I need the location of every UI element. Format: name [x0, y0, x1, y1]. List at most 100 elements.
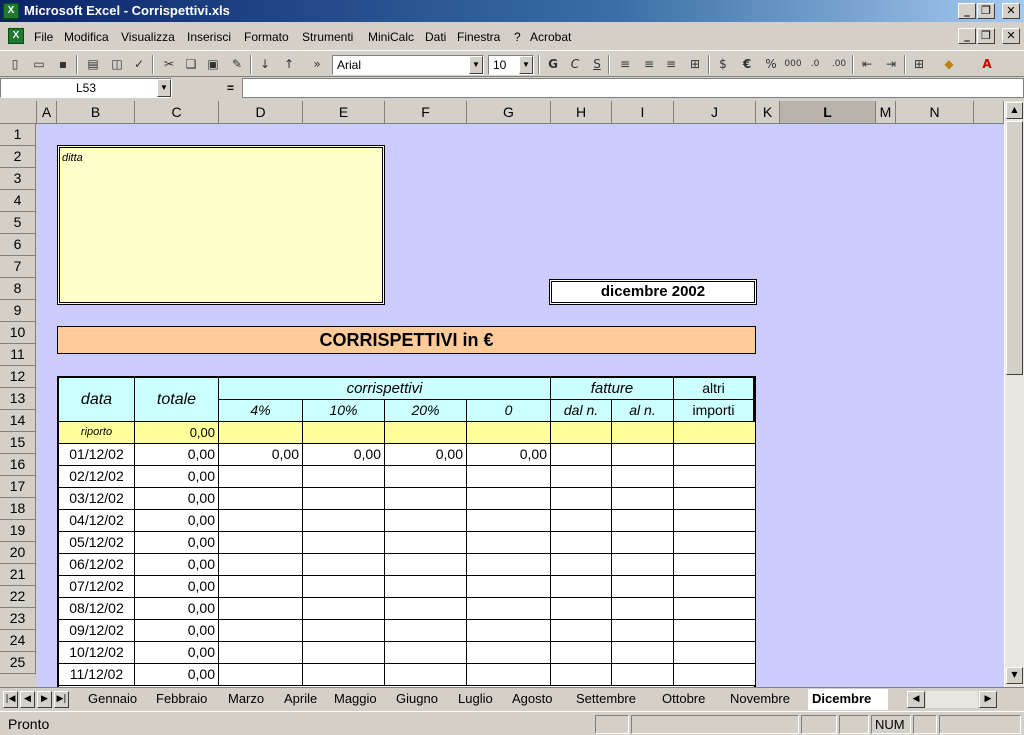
font-size-combo[interactable]: 10 ▼ [488, 55, 534, 75]
table-cell[interactable] [551, 642, 612, 664]
scroll-thumb[interactable] [1006, 121, 1023, 375]
table-cell[interactable] [612, 488, 674, 510]
table-cell[interactable] [551, 598, 612, 620]
select-all-corner[interactable] [0, 101, 37, 124]
row-header[interactable]: 5 [0, 212, 36, 234]
column-header[interactable]: K [756, 101, 780, 124]
doc-restore-button[interactable]: ❐ [977, 28, 995, 44]
increase-indent-icon[interactable]: ⇥ [882, 55, 900, 73]
rate-cell[interactable] [467, 620, 551, 642]
rate-cell[interactable]: 0,00 [303, 444, 385, 466]
rate-cell[interactable] [303, 488, 385, 510]
totale-cell[interactable]: 0,00 [135, 466, 219, 488]
sheet-tab[interactable]: Gennaio [84, 689, 152, 710]
rate-cell[interactable]: 0,00 [219, 444, 303, 466]
row-header[interactable]: 13 [0, 388, 36, 410]
table-cell[interactable] [551, 510, 612, 532]
table-cell[interactable] [551, 532, 612, 554]
date-cell[interactable]: 11/12/02 [59, 664, 135, 686]
thousands-icon[interactable]: 000 [784, 55, 802, 73]
rate-cell[interactable] [219, 466, 303, 488]
rate-cell[interactable] [467, 598, 551, 620]
chevron-down-icon[interactable]: ▼ [469, 56, 483, 74]
totale-cell[interactable]: 0,00 [135, 576, 219, 598]
date-cell[interactable]: 09/12/02 [59, 620, 135, 642]
new-file-icon[interactable]: ▯ [6, 55, 24, 73]
header-corrispettivi[interactable]: corrispettivi [219, 378, 551, 400]
riporto-value[interactable]: 0,00 [135, 422, 219, 444]
totale-cell[interactable]: 0,00 [135, 532, 219, 554]
date-cell[interactable]: 06/12/02 [59, 554, 135, 576]
table-cell[interactable] [674, 466, 756, 488]
row-header[interactable]: 9 [0, 300, 36, 322]
font-name-combo[interactable]: Arial ▼ [332, 55, 484, 75]
row-header[interactable]: 19 [0, 520, 36, 542]
table-cell[interactable] [612, 444, 674, 466]
rate-cell[interactable] [385, 620, 467, 642]
row-header[interactable]: 15 [0, 432, 36, 454]
rate-cell[interactable] [385, 576, 467, 598]
row-header[interactable]: 4 [0, 190, 36, 212]
rate-cell[interactable] [219, 532, 303, 554]
rate-cell[interactable] [467, 642, 551, 664]
sort-ascending-icon[interactable]: ↓ [256, 55, 274, 73]
date-cell[interactable]: 03/12/02 [59, 488, 135, 510]
sheet-tab[interactable]: Giugno [392, 689, 454, 710]
totale-cell[interactable]: 0,00 [135, 554, 219, 576]
riporto-label[interactable]: riporto [59, 422, 135, 444]
menu-finestra[interactable]: Finestra [457, 30, 500, 44]
open-folder-icon[interactable]: ▭ [30, 55, 48, 73]
row-header[interactable]: 11 [0, 344, 36, 366]
column-header[interactable]: F [385, 101, 467, 124]
copy-icon[interactable]: ❏ [182, 55, 200, 73]
header-rate[interactable]: 0 [467, 400, 551, 422]
riporto-cell[interactable] [612, 422, 674, 444]
menu-dati[interactable]: Dati [425, 30, 446, 44]
doc-minimize-button[interactable]: _ [958, 28, 976, 44]
percent-icon[interactable]: % [762, 55, 780, 73]
rate-cell[interactable] [467, 466, 551, 488]
rate-cell[interactable] [467, 488, 551, 510]
cut-icon[interactable]: ✂ [160, 55, 178, 73]
sheet-tab[interactable]: Marzo [224, 689, 280, 710]
rate-cell[interactable] [385, 598, 467, 620]
column-header[interactable]: E [303, 101, 385, 124]
row-header[interactable]: 1 [0, 124, 36, 146]
chevron-down-icon[interactable]: ▼ [157, 79, 171, 97]
rate-cell[interactable] [303, 620, 385, 642]
table-cell[interactable] [674, 444, 756, 466]
rate-cell[interactable] [219, 510, 303, 532]
merge-center-icon[interactable]: ⊞ [686, 55, 704, 73]
row-header[interactable]: 22 [0, 586, 36, 608]
table-cell[interactable] [612, 620, 674, 642]
chevron-down-icon[interactable]: ▼ [519, 56, 533, 74]
rate-cell[interactable] [303, 664, 385, 686]
sheet-tab[interactable]: Aprile [280, 689, 330, 710]
row-header[interactable]: 10 [0, 322, 36, 344]
table-cell[interactable] [674, 620, 756, 642]
heading-banner[interactable]: CORRISPETTIVI in € [57, 326, 756, 354]
doc-close-button[interactable]: ✕ [1002, 28, 1020, 44]
rate-cell[interactable] [219, 664, 303, 686]
sheet-tab[interactable]: Settembre [572, 689, 658, 710]
column-header[interactable]: N [896, 101, 974, 124]
row-header[interactable]: 18 [0, 498, 36, 520]
row-header[interactable]: 21 [0, 564, 36, 586]
sheet-tab[interactable]: Luglio [454, 689, 508, 710]
rate-cell[interactable] [219, 598, 303, 620]
table-cell[interactable] [674, 642, 756, 664]
menu-file[interactable]: File [34, 30, 53, 44]
totale-cell[interactable]: 0,00 [135, 510, 219, 532]
table-cell[interactable] [674, 576, 756, 598]
date-cell[interactable]: 07/12/02 [59, 576, 135, 598]
rate-cell[interactable] [467, 510, 551, 532]
minimize-button[interactable]: _ [958, 3, 976, 19]
table-cell[interactable] [551, 488, 612, 510]
riporto-cell[interactable] [674, 422, 756, 444]
rate-cell[interactable] [385, 466, 467, 488]
rate-cell[interactable] [219, 642, 303, 664]
riporto-cell[interactable] [385, 422, 467, 444]
column-header[interactable]: A [37, 101, 57, 124]
header-altri[interactable]: altri [674, 378, 754, 400]
date-cell[interactable]: 01/12/02 [59, 444, 135, 466]
